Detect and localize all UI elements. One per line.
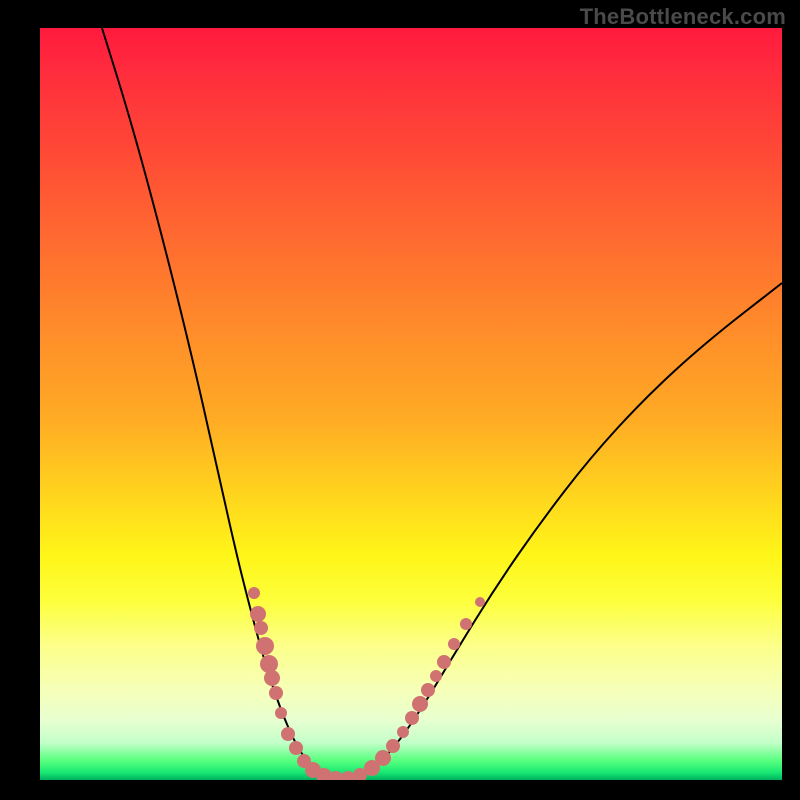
marker-dot [375, 750, 391, 766]
marker-dot [460, 618, 472, 630]
marker-dot [289, 741, 303, 755]
marker-dot [269, 686, 283, 700]
marker-dot [397, 726, 409, 738]
marker-dot [275, 707, 287, 719]
marker-dot [250, 606, 266, 622]
marker-dot [448, 638, 460, 650]
marker-dot [412, 696, 428, 712]
marker-group [248, 587, 485, 780]
marker-dot [421, 683, 435, 697]
marker-dot [386, 739, 400, 753]
marker-dot [405, 711, 419, 725]
marker-dot [264, 670, 280, 686]
watermark-label: TheBottleneck.com [580, 4, 786, 30]
curve-svg [40, 28, 782, 780]
chart-frame: TheBottleneck.com [0, 0, 800, 800]
marker-dot [341, 771, 355, 780]
marker-dot [430, 670, 442, 682]
marker-dot [475, 597, 485, 607]
marker-dot [260, 655, 278, 673]
plot-area [40, 28, 782, 780]
marker-dot [281, 727, 295, 741]
marker-dot [248, 587, 260, 599]
marker-dot [256, 637, 274, 655]
marker-dot [254, 621, 268, 635]
marker-dot [437, 655, 451, 669]
